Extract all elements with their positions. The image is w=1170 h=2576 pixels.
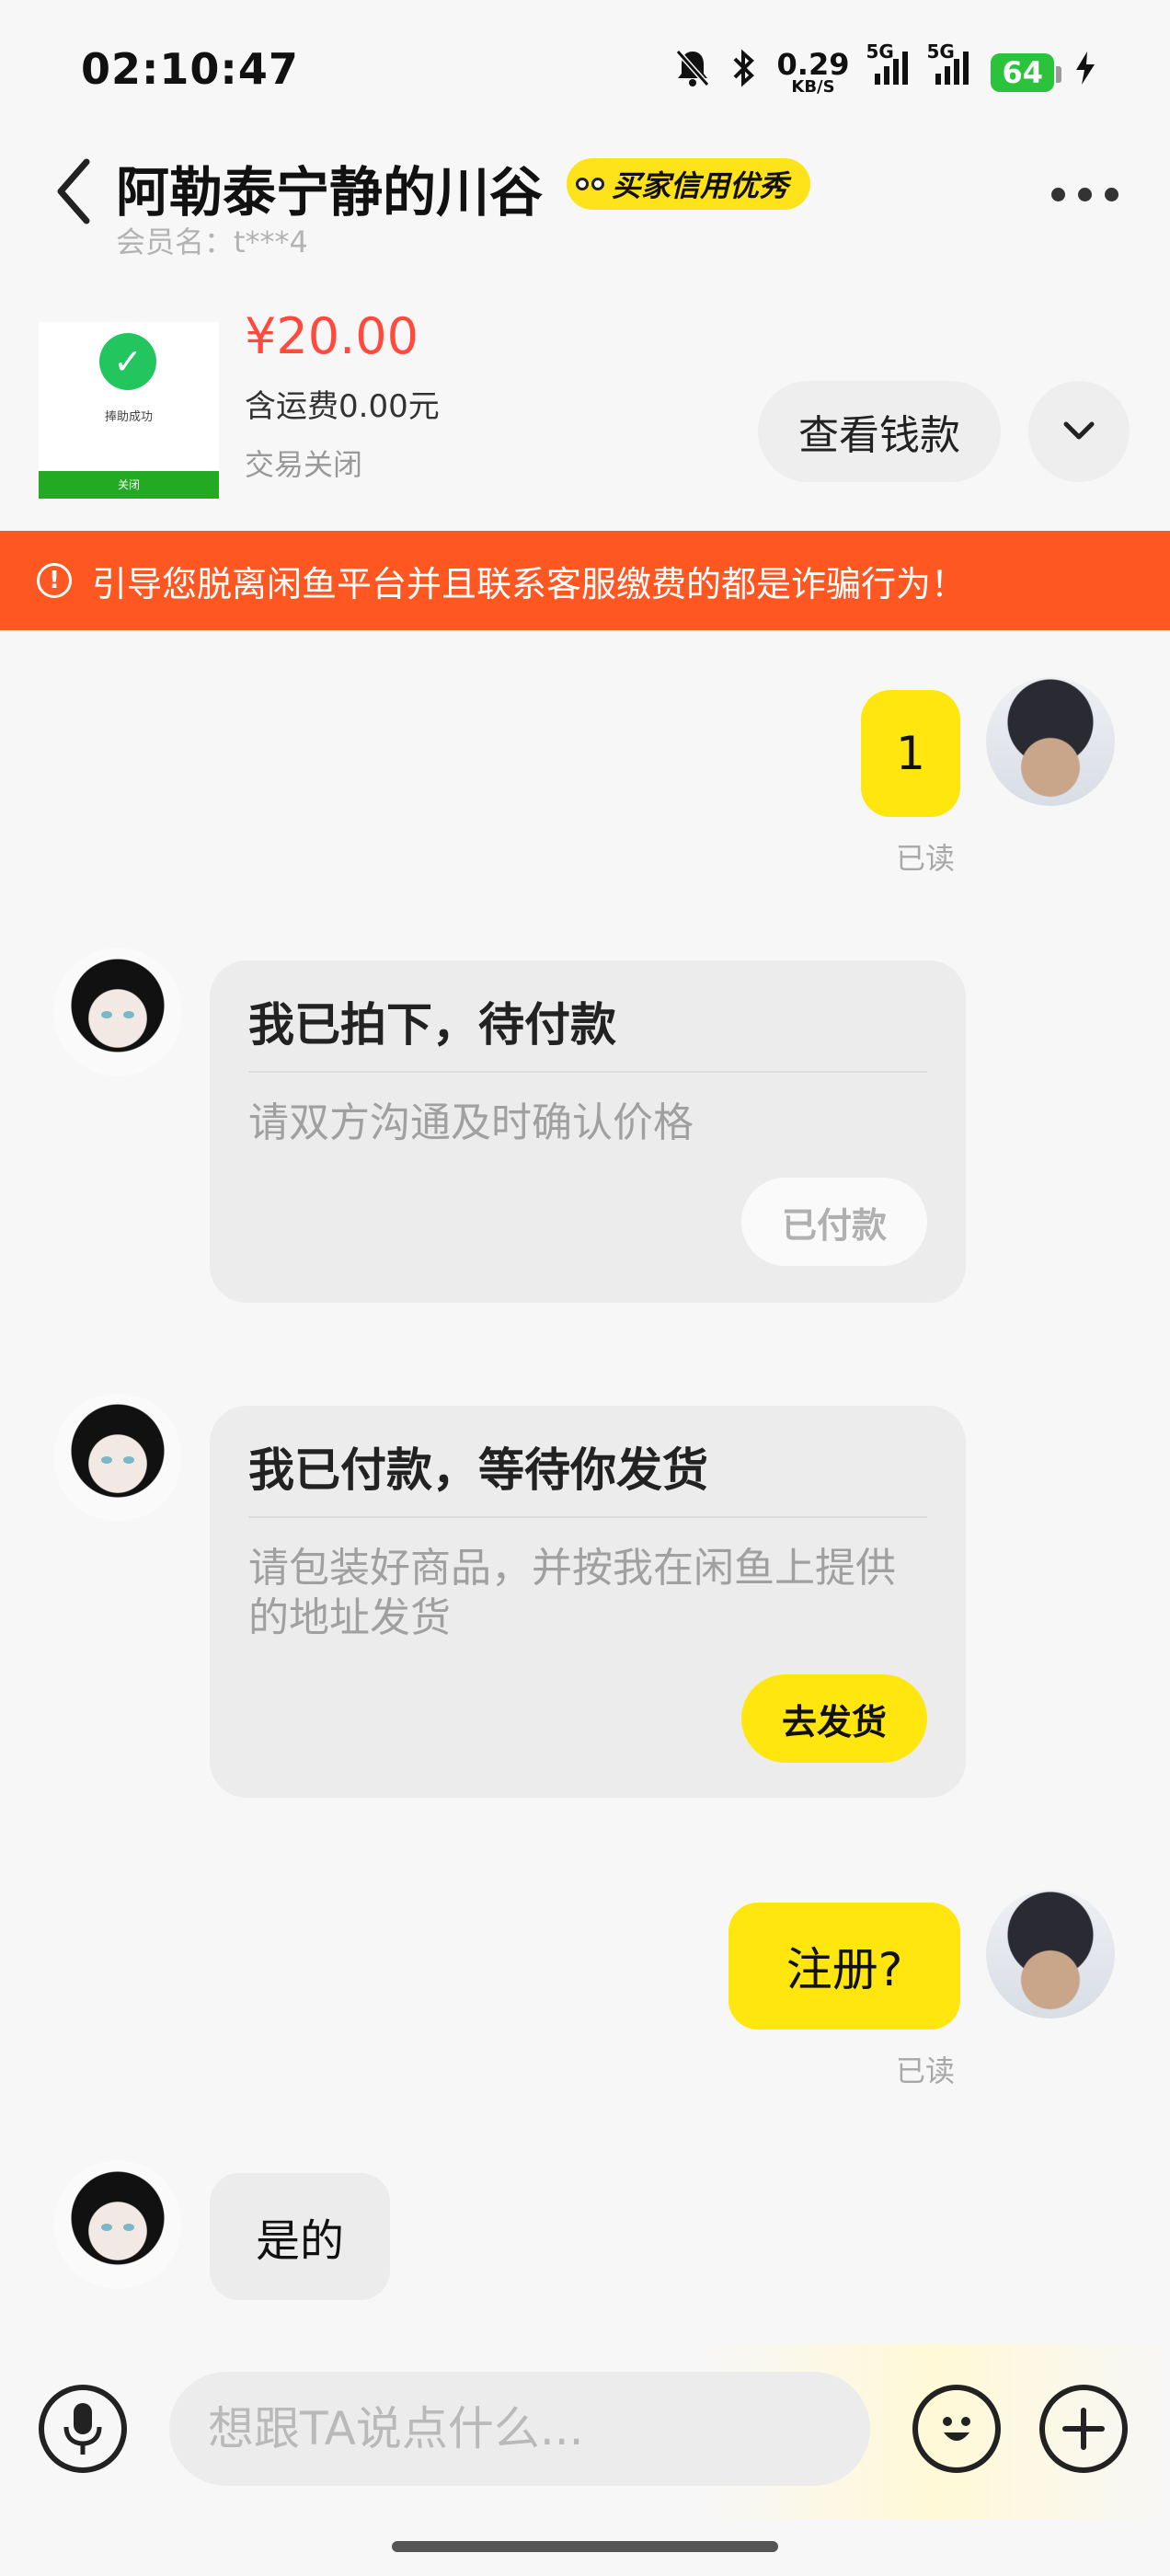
card-divider: [248, 1071, 927, 1073]
partner-avatar[interactable]: [53, 1393, 182, 1522]
card-description: 请双方沟通及时确认价格: [248, 1099, 694, 1146]
message-input-bar: [0, 2344, 1170, 2519]
card-divider: [248, 1516, 927, 1518]
warning-text: 引导您脱离闲鱼平台并且联系客服缴费的都是诈骗行为！: [92, 563, 967, 604]
ship-button[interactable]: 去发货: [741, 1674, 927, 1763]
partner-avatar[interactable]: [53, 2160, 182, 2289]
battery-icon: 64: [991, 53, 1061, 92]
back-button[interactable]: [52, 156, 107, 230]
message-bubble-sent[interactable]: 注册?: [728, 1903, 960, 2030]
card-description: 请包装好商品，并按我在闲鱼上提供的地址发货: [248, 1545, 896, 1641]
my-avatar[interactable]: [986, 1890, 1115, 2018]
exclamation-circle-icon: !: [37, 563, 72, 598]
trade-status: 交易关闭: [245, 447, 363, 482]
product-price: ¥20.00: [245, 307, 419, 365]
chat-header: 阿勒泰宁静的川谷 买家信用优秀 会员名：t***4: [0, 138, 1170, 259]
order-card-pending-payment: 我已拍下，待付款 请双方沟通及时确认价格 已付款: [210, 960, 966, 1303]
home-indicator[interactable]: [392, 2541, 778, 2552]
check-circle-icon: ✓: [99, 333, 156, 390]
net-speed: 0.29 KB/S: [776, 47, 850, 97]
add-button[interactable]: [1039, 2385, 1128, 2473]
status-time: 02:10:47: [81, 44, 299, 94]
shipping-info: 含运费0.00元: [245, 388, 440, 425]
card-title: 我已付款，等待你发货: [248, 1443, 708, 1497]
signal-icon: 5G: [926, 40, 970, 96]
message-input[interactable]: [169, 2372, 870, 2486]
page-title[interactable]: 阿勒泰宁静的川谷: [116, 149, 543, 226]
member-name: 会员名：t***4: [116, 224, 308, 259]
message-bubble-received[interactable]: 是的: [210, 2173, 390, 2300]
smiley-icon: [943, 2417, 970, 2441]
status-icons: 0.29 KB/S 5G 5G 64: [674, 40, 1096, 98]
chevron-left-icon: [57, 158, 90, 224]
bluetooth-icon: [731, 48, 757, 98]
order-card-awaiting-shipment: 我已付款，等待你发货 请包装好商品，并按我在闲鱼上提供的地址发货 去发货: [210, 1406, 966, 1798]
view-money-button[interactable]: 查看钱款: [758, 381, 1001, 482]
fraud-warning-banner: ! 引导您脱离闲鱼平台并且联系客服缴费的都是诈骗行为！: [0, 531, 1170, 630]
charging-bolt-icon: [1074, 50, 1096, 96]
read-status: 已读: [896, 2053, 956, 2088]
eyes-icon: [576, 178, 604, 190]
partner-avatar[interactable]: [53, 948, 182, 1076]
emoji-button[interactable]: [912, 2385, 1001, 2473]
paid-button[interactable]: 已付款: [741, 1178, 927, 1266]
message-bubble-sent[interactable]: 1: [861, 690, 960, 817]
more-dot-icon: [1078, 188, 1092, 201]
plus-icon: [1062, 2408, 1105, 2450]
expand-button[interactable]: [1028, 381, 1130, 482]
status-bar: 02:10:47 0.29 KB/S 5G 5G 64: [0, 0, 1170, 138]
more-dot-icon: [1051, 188, 1065, 201]
microphone-icon: [63, 2403, 102, 2455]
more-options-button[interactable]: [1051, 188, 1118, 201]
mute-bell-icon: [674, 48, 711, 98]
voice-button[interactable]: [39, 2385, 127, 2473]
more-dot-icon: [1105, 188, 1118, 201]
product-summary: ✓ 捧助成功 关闭 ¥20.00 含运费0.00元 交易关闭 查看钱款: [0, 285, 1170, 515]
card-title: 我已拍下，待付款: [248, 998, 616, 1052]
product-thumbnail[interactable]: ✓ 捧助成功 关闭: [39, 322, 219, 499]
signal-icon: 5G: [866, 40, 910, 96]
my-avatar[interactable]: [986, 677, 1115, 806]
read-status: 已读: [896, 841, 956, 876]
credit-badge[interactable]: 买家信用优秀: [567, 158, 811, 210]
chevron-down-icon: [1063, 421, 1095, 440]
